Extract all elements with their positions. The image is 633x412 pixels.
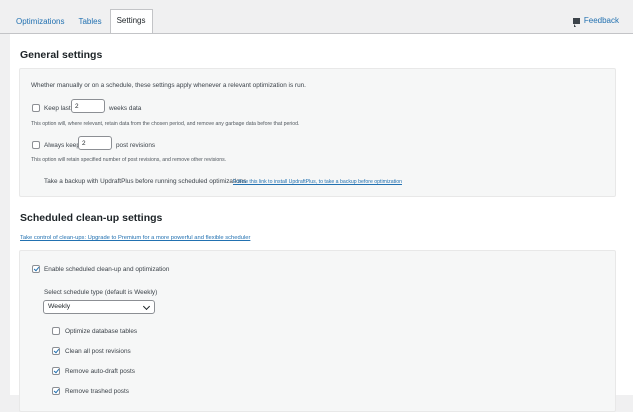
- backup-text: Take a backup with UpdraftPlus before ru…: [44, 178, 247, 185]
- feedback-label: Feedback: [583, 16, 619, 25]
- tab-settings[interactable]: Settings: [109, 9, 153, 34]
- clean-revisions-label: Clean all post revisions: [65, 348, 131, 355]
- keep-last-checkbox[interactable]: [32, 104, 40, 112]
- optimize-tables-checkbox[interactable]: [52, 327, 60, 335]
- clean-revisions-checkbox[interactable]: [52, 347, 60, 355]
- keep-last-label: Keep last: [44, 105, 71, 112]
- tabs: Optimizations Tables Settings: [10, 9, 155, 34]
- always-keep-label: Always keep: [44, 142, 80, 149]
- general-settings-panel: Whether manually or on a schedule, these…: [19, 68, 616, 197]
- remove-trashed-label: Remove trashed posts: [65, 388, 129, 395]
- chevron-down-icon: [142, 302, 151, 311]
- always-keep-revisions-input[interactable]: [78, 136, 112, 150]
- schedule-type-select[interactable]: Weekly: [43, 300, 155, 314]
- keep-last-weeks-input[interactable]: [71, 99, 105, 113]
- general-settings-title: General settings: [20, 49, 103, 61]
- scheduled-settings-title: Scheduled clean-up settings: [20, 212, 163, 224]
- remove-trashed-checkbox[interactable]: [52, 387, 60, 395]
- always-keep-checkbox[interactable]: [32, 141, 40, 149]
- always-keep-help: This option will retain specified number…: [31, 157, 227, 163]
- nav-tab-wrapper: Optimizations Tables Settings Feedback: [0, 0, 633, 34]
- remove-auto-draft-label: Remove auto-draft posts: [65, 368, 135, 375]
- optimize-tables-label: Optimize database tables: [65, 328, 138, 335]
- post-revisions-label: post revisions: [116, 142, 156, 149]
- feedback-link[interactable]: Feedback: [572, 16, 619, 27]
- feedback-flag-icon: [572, 17, 580, 27]
- tab-optimizations[interactable]: Optimizations: [10, 10, 70, 34]
- remove-auto-draft-checkbox[interactable]: [52, 367, 60, 375]
- enable-schedule-label: Enable scheduled clean-up and optimizati…: [44, 266, 170, 273]
- upgrade-premium-link[interactable]: Take control of clean-ups: Upgrade to Pr…: [20, 235, 250, 241]
- scheduled-settings-panel: Enable scheduled clean-up and optimizati…: [19, 250, 616, 412]
- general-intro-text: Whether manually or on a schedule, these…: [31, 82, 306, 89]
- keep-last-help: This option will, where relevant, retain…: [31, 121, 300, 127]
- settings-content: General settings Whether manually or on …: [10, 34, 633, 412]
- weeks-data-label: weeks data: [109, 105, 142, 112]
- install-updraftplus-link[interactable]: Follow this link to install UpdraftPlus,…: [233, 179, 402, 185]
- enable-schedule-checkbox[interactable]: [32, 265, 40, 273]
- schedule-type-value: Weekly: [48, 303, 71, 310]
- schedule-type-label: Select schedule type (default is Weekly): [44, 289, 158, 296]
- tab-tables[interactable]: Tables: [72, 10, 107, 34]
